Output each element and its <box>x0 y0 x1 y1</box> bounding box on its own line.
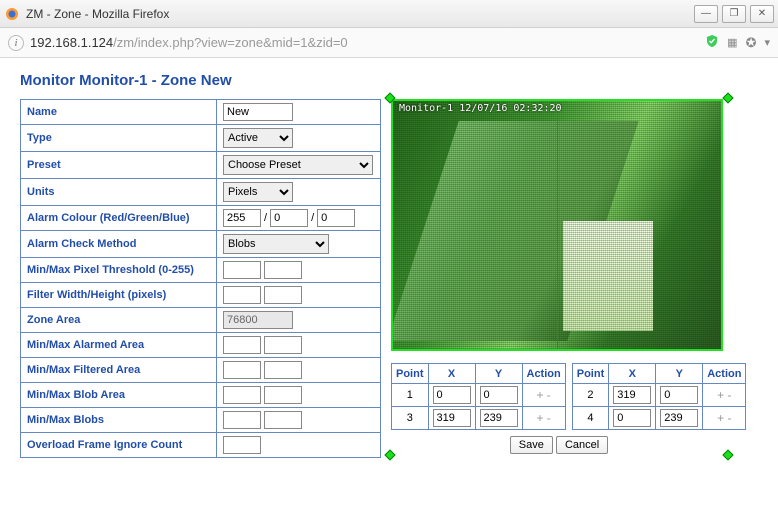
window-titlebar: ZM - Zone - Mozilla Firefox — ❐ ✕ <box>0 0 778 28</box>
points-table-right: Point X Y Action 2 + - 4 <box>572 363 747 430</box>
point-y-input[interactable] <box>660 409 698 427</box>
label-type: Type <box>21 125 217 152</box>
blobs-max-input[interactable] <box>264 411 302 429</box>
point-y-input[interactable] <box>480 409 518 427</box>
type-select[interactable]: Active <box>223 128 293 148</box>
point-x-input[interactable] <box>613 386 651 404</box>
label-pixel-thresh: Min/Max Pixel Threshold (0-255) <box>21 258 217 283</box>
col-x: X <box>609 364 656 384</box>
name-input[interactable] <box>223 103 293 121</box>
point-num: 3 <box>392 407 429 430</box>
preset-select[interactable]: Choose Preset <box>223 155 373 175</box>
col-x: X <box>428 364 475 384</box>
points-table-left: Point X Y Action 1 + - 3 <box>391 363 566 430</box>
units-select[interactable]: Pixels <box>223 182 293 202</box>
point-x-input[interactable] <box>433 409 471 427</box>
point-num: 2 <box>572 384 609 407</box>
label-filter-wh: Filter Width/Height (pixels) <box>21 283 217 308</box>
point-row: 2 + - <box>572 384 746 407</box>
point-add-icon[interactable]: + <box>717 411 724 425</box>
close-button[interactable]: ✕ <box>750 5 774 23</box>
alarmed-max-input[interactable] <box>264 336 302 354</box>
zone-area-input <box>223 311 293 329</box>
col-action: Action <box>522 364 565 384</box>
blobarea-min-input[interactable] <box>223 386 261 404</box>
label-alarm-check: Alarm Check Method <box>21 231 217 258</box>
alarm-b-input[interactable] <box>317 209 355 227</box>
label-units: Units <box>21 179 217 206</box>
col-y: Y <box>656 364 703 384</box>
qr-icon[interactable]: ▦ <box>727 36 737 49</box>
point-row: 1 + - <box>392 384 566 407</box>
url-path: /zm/index.php?view=zone&mid=1&zid=0 <box>113 35 348 50</box>
col-point: Point <box>572 364 609 384</box>
point-x-input[interactable] <box>433 386 471 404</box>
label-alarm-colour: Alarm Colour (Red/Green/Blue) <box>21 206 217 231</box>
point-del-icon[interactable]: - <box>547 388 551 402</box>
point-add-icon[interactable]: + <box>536 411 543 425</box>
filter-h-input[interactable] <box>264 286 302 304</box>
firefox-icon <box>4 6 20 22</box>
label-filtered-area: Min/Max Filtered Area <box>21 358 217 383</box>
col-point: Point <box>392 364 429 384</box>
point-del-icon[interactable]: - <box>728 411 732 425</box>
preview-center-line <box>557 101 558 349</box>
point-y-input[interactable] <box>480 386 518 404</box>
save-button[interactable]: Save <box>510 436 553 454</box>
label-blob-area: Min/Max Blob Area <box>21 383 217 408</box>
url-text[interactable]: 192.168.1.124/zm/index.php?view=zone&mid… <box>30 35 699 50</box>
label-blobs: Min/Max Blobs <box>21 408 217 433</box>
cancel-button[interactable]: Cancel <box>556 436 608 454</box>
point-del-icon[interactable]: - <box>547 411 551 425</box>
alarm-r-input[interactable] <box>223 209 261 227</box>
point-add-icon[interactable]: + <box>717 388 724 402</box>
label-alarmed-area: Min/Max Alarmed Area <box>21 333 217 358</box>
minimize-button[interactable]: — <box>694 5 718 23</box>
filter-w-input[interactable] <box>223 286 261 304</box>
point-del-icon[interactable]: - <box>728 388 732 402</box>
point-add-icon[interactable]: + <box>536 388 543 402</box>
label-name: Name <box>21 100 217 125</box>
filtered-min-input[interactable] <box>223 361 261 379</box>
addon-icon[interactable]: ✪ <box>746 35 757 51</box>
pixel-min-input[interactable] <box>223 261 261 279</box>
point-num: 1 <box>392 384 429 407</box>
col-action: Action <box>703 364 746 384</box>
url-bar[interactable]: i 192.168.1.124/zm/index.php?view=zone&m… <box>0 28 778 58</box>
alarmed-min-input[interactable] <box>223 336 261 354</box>
pixel-max-input[interactable] <box>264 261 302 279</box>
overload-input[interactable] <box>223 436 261 454</box>
zone-handle-tr[interactable] <box>722 92 733 103</box>
point-x-input[interactable] <box>613 409 651 427</box>
preview-overlay-text: Monitor-1 12/07/16 02:32:20 <box>399 103 562 114</box>
point-row: 4 + - <box>572 407 746 430</box>
label-overload: Overload Frame Ignore Count <box>21 433 217 458</box>
alarm-g-input[interactable] <box>270 209 308 227</box>
site-info-icon[interactable]: i <box>8 35 24 51</box>
point-num: 4 <box>572 407 609 430</box>
page-title: Monitor Monitor-1 - Zone New <box>20 72 758 89</box>
security-shield-icon[interactable] <box>705 34 719 51</box>
menu-chevron-icon[interactable]: ▾ <box>764 36 770 49</box>
point-y-input[interactable] <box>660 386 698 404</box>
zone-form: Name Type Active Preset Choose Preset Un… <box>20 99 381 458</box>
alarm-check-select[interactable]: Blobs <box>223 234 329 254</box>
label-zone-area: Zone Area <box>21 308 217 333</box>
blobarea-max-input[interactable] <box>264 386 302 404</box>
url-host: 192.168.1.124 <box>30 35 113 50</box>
window-title: ZM - Zone - Mozilla Firefox <box>26 7 694 21</box>
point-row: 3 + - <box>392 407 566 430</box>
maximize-button[interactable]: ❐ <box>722 5 746 23</box>
blobs-min-input[interactable] <box>223 411 261 429</box>
filtered-max-input[interactable] <box>264 361 302 379</box>
col-y: Y <box>475 364 522 384</box>
label-preset: Preset <box>21 152 217 179</box>
zone-preview[interactable]: Monitor-1 12/07/16 02:32:20 <box>391 99 723 351</box>
